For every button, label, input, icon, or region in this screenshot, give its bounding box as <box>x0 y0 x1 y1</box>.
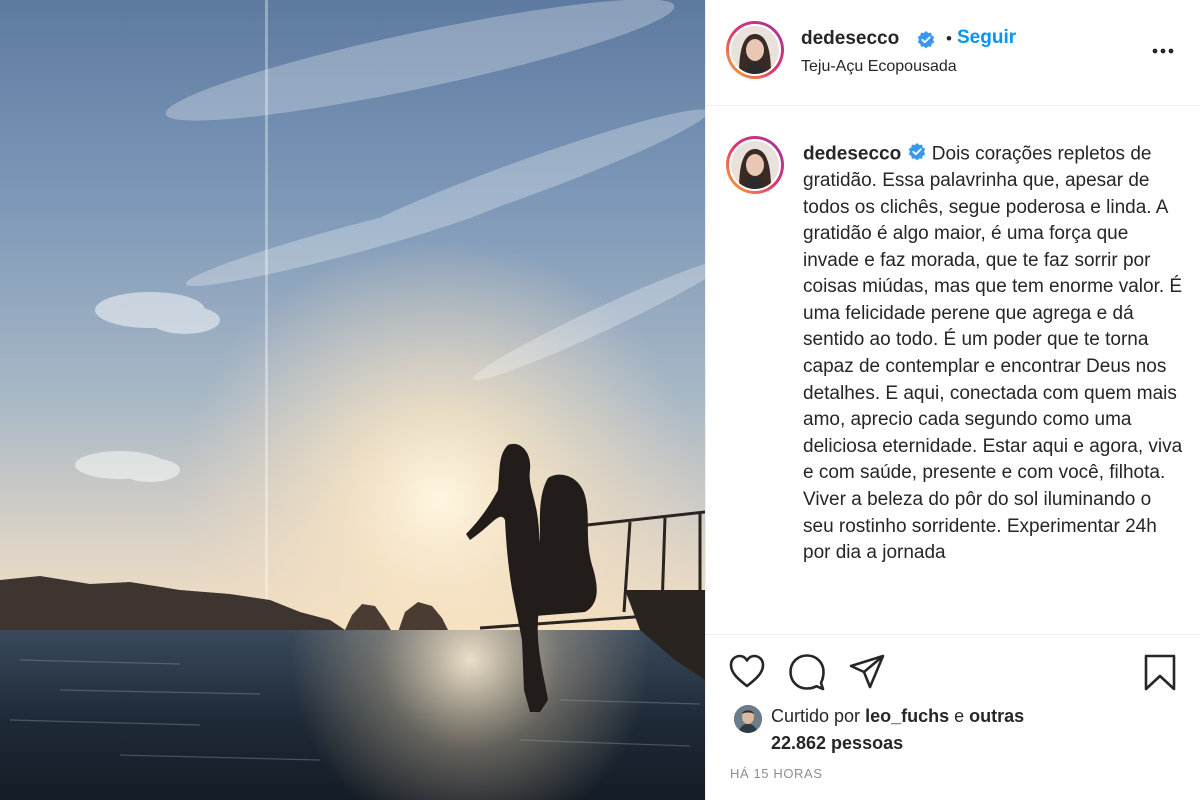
author-avatar-image <box>731 26 779 74</box>
post-timestamp[interactable]: HÁ 15 HORAS <box>730 766 823 781</box>
liked-by-label: Curtido por <box>771 706 861 726</box>
caption-avatar-ring[interactable] <box>726 136 784 194</box>
likes-conjunction: e <box>954 706 965 726</box>
post-details-panel: dedesecco • Seguir Teju-Açu Ecopousada d… <box>705 0 1200 800</box>
follow-button[interactable]: Seguir <box>957 27 1016 49</box>
author-avatar[interactable] <box>729 24 781 76</box>
share-icon[interactable] <box>848 653 886 696</box>
caption-area: dedesecco Dois corações repletos de grat… <box>706 106 1200 634</box>
caption-username[interactable]: dedesecco <box>803 143 901 164</box>
separator-dot: • <box>946 29 952 48</box>
heart-icon[interactable] <box>728 653 766 694</box>
post-actions: Curtido por leo_fuchs e outras 22.862 pe… <box>706 634 1200 800</box>
caption-avatar[interactable] <box>729 139 781 191</box>
likes-text: Curtido por leo_fuchs e outras 22.862 pe… <box>771 703 1071 757</box>
verified-badge-icon <box>907 141 927 168</box>
more-options-icon[interactable] <box>1151 42 1175 60</box>
post-header: dedesecco • Seguir Teju-Açu Ecopousada <box>706 0 1200 106</box>
liker-avatar[interactable] <box>734 705 762 733</box>
caption-text: dedesecco Dois corações repletos de grat… <box>803 141 1183 567</box>
caption-avatar-image <box>731 141 779 189</box>
sunset-photo <box>0 0 705 800</box>
bookmark-icon[interactable] <box>1142 653 1178 696</box>
location-link[interactable]: Teju-Açu Ecopousada <box>801 58 957 76</box>
caption-body: Dois corações repletos de gratidão. Essa… <box>803 143 1183 564</box>
verified-badge-icon <box>916 30 936 55</box>
liker-username[interactable]: leo_fuchs <box>865 706 949 726</box>
comment-icon[interactable] <box>788 653 826 696</box>
author-avatar-ring[interactable] <box>726 21 784 79</box>
author-username[interactable]: dedesecco <box>801 28 899 50</box>
post-photo[interactable] <box>0 0 705 800</box>
